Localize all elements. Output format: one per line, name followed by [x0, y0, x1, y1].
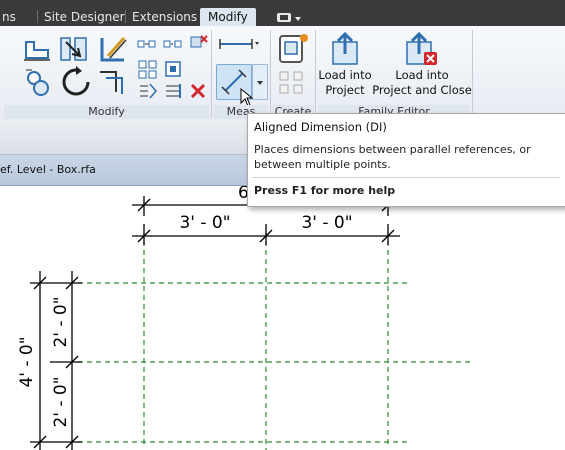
split-icon[interactable]: [58, 34, 90, 68]
align-icon[interactable]: [22, 36, 52, 66]
trim-icon[interactable]: [98, 34, 130, 68]
tooltip-shortcut: (DI): [365, 120, 387, 134]
unpin-icon[interactable]: [189, 34, 209, 56]
tab-modify[interactable]: Modify: [200, 8, 256, 26]
panel-divider: [472, 30, 473, 118]
offset-icon[interactable]: [137, 36, 157, 55]
load-into-project-and-close-button[interactable]: Load into Project and Close: [372, 68, 472, 98]
tooltip-title-text: Aligned Dimension: [254, 120, 363, 134]
tab-separator: [37, 10, 38, 23]
ribbon-tab-bar: ns Site Designer Extensions Modify: [0, 0, 565, 26]
load-into-project-button[interactable]: Load into Project: [316, 68, 374, 98]
dimension-text: 3' - 0": [179, 213, 230, 233]
panel-divider: [211, 30, 212, 118]
view-tab-label[interactable]: ef. Level - Box.rfa: [0, 163, 96, 176]
tab-partial[interactable]: ns: [2, 8, 16, 26]
offset-icon[interactable]: [138, 82, 158, 104]
tab-separator: [125, 10, 126, 23]
panel-label-modify: Modify: [4, 105, 209, 119]
tooltip-title: Aligned Dimension (DI): [254, 120, 387, 134]
split-icon[interactable]: [164, 82, 184, 104]
tab-extensions[interactable]: Extensions: [132, 8, 197, 26]
panel-divider: [270, 30, 271, 118]
array-icon[interactable]: [138, 60, 158, 84]
measure-icon[interactable]: [218, 36, 260, 56]
drawing-canvas[interactable]: 6 3' - 0" 3' - 0" 4' - 0" 2' - 0" 2' - 0…: [0, 186, 565, 450]
ribbon: Modify Meas Create Load into Project Loa…: [0, 26, 565, 121]
load-into-project-close-icon[interactable]: [404, 31, 438, 70]
dimension-text: 3' - 0": [301, 213, 352, 233]
scale-icon[interactable]: [98, 68, 126, 100]
tooltip-description: Places dimensions between parallel refer…: [254, 143, 531, 171]
tooltip-help: Press F1 for more help: [254, 184, 396, 197]
tooltip-divider: [252, 177, 560, 178]
mirror-icon[interactable]: [24, 68, 52, 102]
dimension-dropdown-icon[interactable]: [252, 64, 268, 100]
delete-icon[interactable]: [189, 82, 207, 104]
load-into-project-icon[interactable]: [330, 31, 360, 70]
dimension-text-overall-vertical: 4' - 0": [17, 336, 37, 387]
dimension-text: 2' - 0": [51, 296, 71, 347]
pin-icon[interactable]: [164, 60, 184, 84]
rotate-icon[interactable]: [60, 66, 92, 102]
tooltip-aligned-dimension: Aligned Dimension (DI) Places dimensions…: [247, 113, 565, 207]
tab-site-designer[interactable]: Site Designer: [44, 8, 125, 26]
create-group-icon[interactable]: [276, 32, 310, 70]
dimension-text: 2' - 0": [51, 376, 71, 427]
create-component-icon[interactable]: [278, 70, 306, 100]
copy-icon[interactable]: [163, 36, 183, 55]
